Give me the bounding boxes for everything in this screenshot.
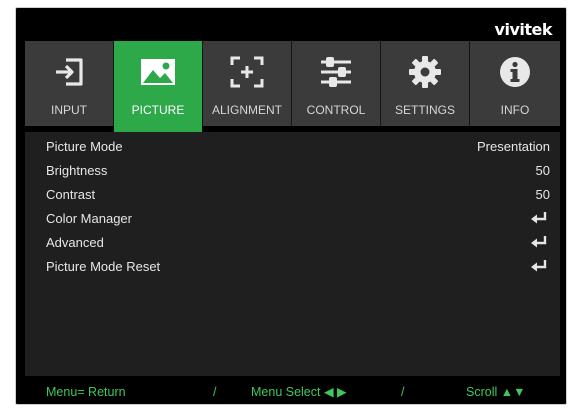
tab-settings[interactable]: SETTINGS [381,41,470,126]
menu-item-picture-mode[interactable]: Picture Mode Presentation [25,134,560,158]
tab-alignment[interactable]: ALIGNMENT [203,41,292,126]
tab-bar: INPUT PICTURE ALIGNMENT CONTROL SETTINGS… [25,41,560,132]
tab-label: INFO [500,103,530,117]
enter-icon [531,212,547,224]
menu-item-label: Advanced [46,234,104,250]
footer-hint-bar: Menu= Return / Menu Select ◀ ▶ / Scroll … [25,382,560,401]
tab-label: PICTURE [131,103,185,117]
picture-menu-list: Picture Mode Presentation Brightness 50 … [25,132,560,376]
tab-info[interactable]: INFO [470,41,560,126]
menu-item-value: Presentation [477,138,550,154]
menu-item-brightness[interactable]: Brightness 50 [25,158,560,182]
footer-select-hint: Menu Select ◀ ▶ [251,385,347,399]
enter-icon [531,260,547,272]
footer-scroll-hint: Scroll ▲▼ [466,384,526,399]
tab-label: ALIGNMENT [211,103,282,117]
enter-icon [531,236,547,248]
menu-item-label: Brightness [46,162,108,178]
menu-item-label: Contrast [46,186,96,202]
footer-separator: / [401,384,405,399]
menu-item-label: Color Manager [46,210,132,226]
tab-label: CONTROL [306,103,366,117]
info-icon [495,52,535,92]
osd-menu-window: vivitek INPUT PICTURE ALIGNMENT CONTROL … [15,7,567,405]
menu-item-color-manager[interactable]: Color Manager [25,206,560,230]
sliders-icon [316,52,356,92]
menu-item-value: 50 [535,186,550,202]
input-icon [49,52,89,92]
brand-logo: vivitek [494,20,553,39]
menu-item-advanced[interactable]: Advanced [25,230,560,254]
menu-item-picture-mode-reset[interactable]: Picture Mode Reset [25,254,560,278]
footer-return-hint: Menu= Return [46,384,126,399]
menu-item-label: Picture Mode [46,138,123,154]
tab-label: INPUT [51,103,87,117]
menu-item-contrast[interactable]: Contrast 50 [25,182,560,206]
tab-label: SETTINGS [394,103,455,117]
footer-separator: / [213,384,217,399]
tab-control[interactable]: CONTROL [292,41,381,126]
alignment-icon [227,52,267,92]
menu-item-value: 50 [535,162,550,178]
picture-icon [138,52,178,92]
menu-item-label: Picture Mode Reset [46,258,161,274]
tab-picture[interactable]: PICTURE [114,41,203,132]
gear-icon [405,52,445,92]
tab-input[interactable]: INPUT [25,41,114,126]
